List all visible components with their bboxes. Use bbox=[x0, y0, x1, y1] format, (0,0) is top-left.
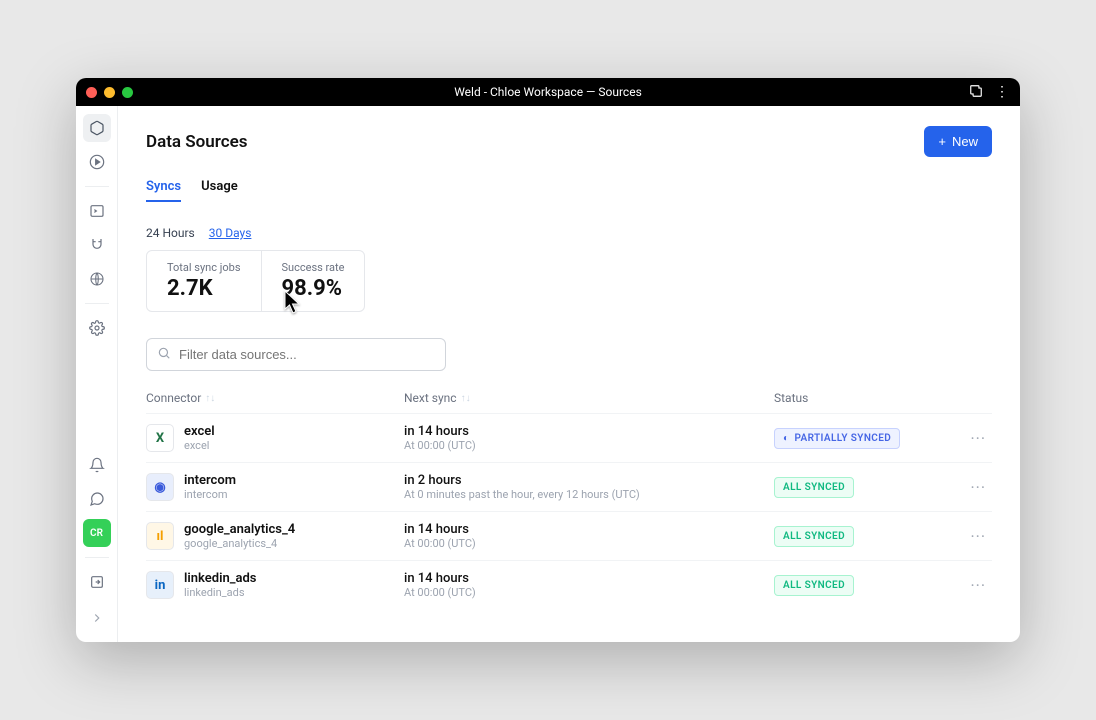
nav-logout[interactable] bbox=[83, 568, 111, 596]
time-range-selector: 24 Hours 30 Days bbox=[146, 226, 992, 240]
table-header: Connector ↑↓ Next sync ↑↓ Status bbox=[146, 391, 992, 413]
col-status: Status bbox=[774, 391, 944, 405]
plus-icon: + bbox=[938, 134, 946, 149]
nav-data-sources[interactable] bbox=[83, 114, 111, 142]
next-sync-time: in 2 hours bbox=[404, 473, 774, 488]
next-sync-detail: At 00:00 (UTC) bbox=[404, 537, 774, 550]
stat-value: 98.9% bbox=[282, 276, 345, 301]
app-window: Weld - Chloe Workspace — Sources ⋮ bbox=[76, 78, 1020, 642]
next-sync-time: in 14 hours bbox=[404, 522, 774, 537]
next-sync-detail: At 00:00 (UTC) bbox=[404, 586, 774, 599]
next-sync-time: in 14 hours bbox=[404, 571, 774, 586]
table-row[interactable]: in linkedin_ads linkedin_ads in 14 hours… bbox=[146, 560, 992, 609]
window-title: Weld - Chloe Workspace — Sources bbox=[76, 85, 1020, 99]
stat-total-syncs: Total sync jobs 2.7K bbox=[147, 251, 261, 311]
data-sources-table: Connector ↑↓ Next sync ↑↓ Status X excel bbox=[146, 391, 992, 609]
search-icon bbox=[157, 345, 171, 364]
next-sync-time: in 14 hours bbox=[404, 424, 774, 439]
stat-label: Total sync jobs bbox=[167, 261, 241, 274]
connector-name: intercom bbox=[184, 473, 236, 488]
status-badge: ALL SYNCED bbox=[774, 526, 854, 547]
connector-icon: X bbox=[146, 424, 174, 452]
connector-sub: intercom bbox=[184, 488, 236, 501]
tab-usage[interactable]: Usage bbox=[201, 179, 238, 202]
col-next-sync[interactable]: Next sync ↑↓ bbox=[404, 391, 774, 405]
stat-success-rate: Success rate 98.9% bbox=[261, 251, 365, 311]
nav-play[interactable] bbox=[83, 148, 111, 176]
sort-icon: ↑↓ bbox=[205, 393, 215, 404]
titlebar: Weld - Chloe Workspace — Sources ⋮ bbox=[76, 78, 1020, 106]
new-button-label: New bbox=[952, 134, 978, 149]
connector-sub: google_analytics_4 bbox=[184, 537, 295, 550]
row-actions-button[interactable]: ··· bbox=[944, 429, 992, 448]
table-row[interactable]: ◉ intercom intercom in 2 hours At 0 minu… bbox=[146, 462, 992, 511]
nav-settings[interactable] bbox=[83, 314, 111, 342]
search-box[interactable] bbox=[146, 338, 446, 371]
avatar[interactable]: CR bbox=[83, 519, 111, 547]
row-actions-button[interactable]: ··· bbox=[944, 576, 992, 595]
next-sync-detail: At 00:00 (UTC) bbox=[404, 439, 774, 452]
sidebar-collapse-button[interactable] bbox=[76, 602, 118, 634]
connector-icon: ◉ bbox=[146, 473, 174, 501]
col-status-label: Status bbox=[774, 391, 808, 405]
connector-name: google_analytics_4 bbox=[184, 522, 295, 537]
connector-name: excel bbox=[184, 424, 215, 439]
status-badge: ◐PARTIALLY SYNCED bbox=[774, 428, 900, 449]
col-connector-label: Connector bbox=[146, 391, 201, 405]
tabs: Syncs Usage bbox=[146, 179, 992, 202]
nav-terminal[interactable] bbox=[83, 197, 111, 225]
status-badge: ALL SYNCED bbox=[774, 575, 854, 596]
connector-sub: excel bbox=[184, 439, 215, 452]
sidebar: CR bbox=[76, 106, 118, 642]
status-badge: ALL SYNCED bbox=[774, 477, 854, 498]
connector-icon: in bbox=[146, 571, 174, 599]
col-next-label: Next sync bbox=[404, 391, 457, 405]
new-button[interactable]: + New bbox=[924, 126, 992, 157]
table-row[interactable]: X excel excel in 14 hours At 00:00 (UTC)… bbox=[146, 413, 992, 462]
search-input[interactable] bbox=[179, 347, 435, 362]
next-sync-detail: At 0 minutes past the hour, every 12 hou… bbox=[404, 488, 774, 501]
range-24h[interactable]: 24 Hours bbox=[146, 226, 195, 240]
nav-magnet[interactable] bbox=[83, 231, 111, 259]
page-title: Data Sources bbox=[146, 132, 247, 152]
col-connector[interactable]: Connector ↑↓ bbox=[146, 391, 404, 405]
sort-icon: ↑↓ bbox=[461, 393, 471, 404]
stats-row: Total sync jobs 2.7K Success rate 98.9% bbox=[146, 250, 365, 312]
stat-value: 2.7K bbox=[167, 276, 241, 301]
row-actions-button[interactable]: ··· bbox=[944, 478, 992, 497]
connector-name: linkedin_ads bbox=[184, 571, 257, 586]
nav-globe[interactable] bbox=[83, 265, 111, 293]
nav-chat[interactable] bbox=[83, 485, 111, 513]
range-30d[interactable]: 30 Days bbox=[209, 226, 252, 240]
stat-label: Success rate bbox=[282, 261, 345, 274]
connector-sub: linkedin_ads bbox=[184, 586, 257, 599]
tab-syncs[interactable]: Syncs bbox=[146, 179, 181, 202]
main-content: Data Sources + New Syncs Usage 24 Hours … bbox=[118, 106, 1020, 642]
row-actions-button[interactable]: ··· bbox=[944, 527, 992, 546]
table-row[interactable]: ıl google_analytics_4 google_analytics_4… bbox=[146, 511, 992, 560]
nav-notifications[interactable] bbox=[83, 451, 111, 479]
connector-icon: ıl bbox=[146, 522, 174, 550]
